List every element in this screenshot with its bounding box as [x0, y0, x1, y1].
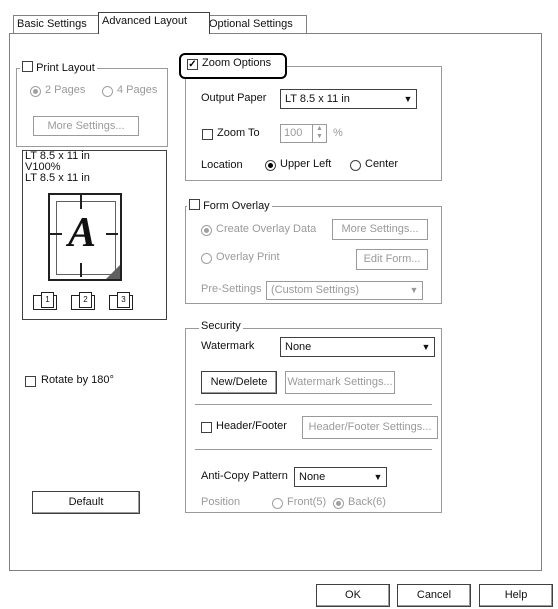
- location-upper-left-radio[interactable]: [265, 160, 276, 171]
- rotate-180-checkbox[interactable]: [25, 376, 36, 387]
- spinner-arrows-icon[interactable]: ▲ ▼: [312, 125, 326, 142]
- zoom-to-label: Zoom To: [217, 127, 260, 139]
- location-center-label: Center: [365, 158, 399, 170]
- anti-copy-label: Anti-Copy Pattern: [201, 470, 288, 482]
- chevron-down-icon: ▼: [421, 342, 431, 352]
- zoom-options-checkbox[interactable]: ✓: [187, 59, 198, 70]
- pre-settings-select[interactable]: (Custom Settings) ▼: [266, 281, 423, 300]
- create-overlay-radio[interactable]: [201, 225, 212, 236]
- print-layout-header: Print Layout: [20, 60, 97, 74]
- radio-4-pages-label: 4 Pages: [117, 84, 158, 96]
- print-layout-checkbox[interactable]: [22, 61, 33, 72]
- anti-copy-value: None: [299, 471, 326, 483]
- print-layout-label: Print Layout: [36, 62, 95, 74]
- header-footer-settings-button[interactable]: Header/Footer Settings...: [302, 416, 438, 439]
- output-paper-label: Output Paper: [201, 92, 267, 104]
- form-overlay-header: Form Overlay: [187, 198, 272, 212]
- radio-2-pages-label: 2 Pages: [45, 84, 86, 96]
- preview-page-icon: A: [48, 193, 122, 281]
- position-back-label: Back(6): [348, 496, 386, 508]
- anti-copy-select[interactable]: None ▼: [294, 467, 387, 487]
- form-overlay-checkbox[interactable]: [189, 199, 200, 210]
- security-divider-2: [195, 449, 432, 450]
- preview-glyph: A: [68, 210, 97, 256]
- watermark-select[interactable]: None ▼: [280, 337, 435, 357]
- chevron-down-icon: ▼: [409, 285, 419, 295]
- position-back-radio[interactable]: [333, 498, 344, 509]
- tab-advanced-layout[interactable]: Advanced Layout: [98, 12, 210, 34]
- radio-2-pages[interactable]: [30, 86, 41, 97]
- header-footer-checkbox[interactable]: [201, 422, 212, 433]
- collate-pages-icon: 1 2 3: [33, 292, 153, 310]
- rotate-180-label: Rotate by 180°: [41, 374, 114, 386]
- overlay-print-radio[interactable]: [201, 253, 212, 264]
- zoom-to-value: 100: [284, 127, 303, 139]
- overlay-more-settings-button[interactable]: More Settings...: [332, 219, 428, 240]
- position-front-label: Front(5): [287, 496, 327, 508]
- position-label: Position: [201, 496, 241, 508]
- position-front-radio[interactable]: [272, 498, 283, 509]
- header-footer-label: Header/Footer: [216, 420, 287, 432]
- location-label: Location: [201, 159, 243, 171]
- zoom-to-spinner[interactable]: 100 ▲ ▼: [280, 124, 327, 143]
- watermark-value: None: [285, 341, 312, 353]
- form-overlay-label: Form Overlay: [203, 200, 270, 212]
- security-title: Security: [199, 320, 243, 332]
- location-center-radio[interactable]: [350, 160, 361, 171]
- security-divider: [195, 404, 432, 405]
- zoom-options-label: Zoom Options: [202, 57, 272, 69]
- chevron-down-icon: ▼: [373, 472, 383, 482]
- help-button[interactable]: Help: [479, 584, 553, 607]
- new-delete-button[interactable]: New/Delete: [201, 371, 277, 394]
- tab-basic-settings[interactable]: Basic Settings: [13, 15, 103, 33]
- output-paper-select[interactable]: LT 8.5 x 11 in ▼: [280, 89, 417, 109]
- zoom-percent-label: %: [333, 127, 343, 139]
- print-layout-more-settings-button[interactable]: More Settings...: [33, 116, 139, 136]
- chevron-down-icon: ▼: [403, 94, 413, 104]
- zoom-to-checkbox[interactable]: [202, 129, 213, 140]
- ok-button[interactable]: OK: [316, 584, 390, 607]
- radio-4-pages[interactable]: [102, 86, 113, 97]
- cancel-button[interactable]: Cancel: [397, 584, 471, 607]
- overlay-print-label: Overlay Print: [216, 251, 280, 263]
- location-upper-left-label: Upper Left: [280, 158, 332, 170]
- tab-optional-settings[interactable]: Optional Settings: [205, 15, 307, 33]
- default-button[interactable]: Default: [32, 491, 140, 514]
- output-paper-value: LT 8.5 x 11 in: [285, 93, 350, 105]
- preview-output-line: LT 8.5 x 11 in: [25, 172, 90, 184]
- pre-settings-label: Pre-Settings: [201, 283, 262, 295]
- watermark-label: Watermark: [201, 340, 255, 352]
- create-overlay-label: Create Overlay Data: [216, 223, 317, 235]
- watermark-settings-button[interactable]: Watermark Settings...: [285, 371, 395, 394]
- edit-form-button[interactable]: Edit Form...: [356, 249, 428, 270]
- pre-settings-value: (Custom Settings): [271, 284, 360, 296]
